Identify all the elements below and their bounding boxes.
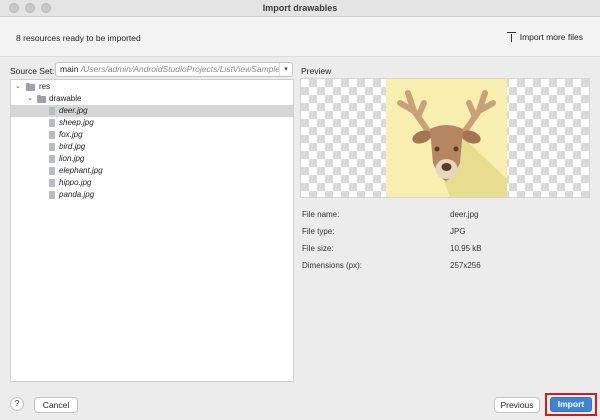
- tree-file-item[interactable]: bird.jpg: [11, 141, 293, 153]
- tree-file-label: elephant.jpg: [59, 166, 103, 175]
- tree-file-item[interactable]: panda.jpg: [11, 189, 293, 201]
- import-more-files-label: Import more files: [519, 32, 583, 42]
- folder-icon: [26, 83, 35, 91]
- source-set-label: Source Set:: [10, 66, 55, 76]
- tree-label-res: res: [39, 82, 51, 91]
- image-file-icon: [49, 155, 55, 163]
- file-size-label: File size:: [302, 244, 334, 253]
- tree-file-label: bird.jpg: [59, 142, 86, 151]
- import-highlight-box: Import: [545, 393, 597, 416]
- image-file-icon: [49, 107, 55, 115]
- source-set-path: /Users/admin/AndroidStudioProjects/ListV…: [80, 64, 288, 74]
- tree-file-item[interactable]: sheep.jpg: [11, 117, 293, 129]
- chevron-down-icon[interactable]: ⌄: [15, 81, 21, 93]
- file-type-value: JPG: [450, 227, 466, 236]
- tree-file-label: sheep.jpg: [59, 118, 94, 127]
- dimensions-label: Dimensions (px):: [302, 261, 363, 270]
- file-size-value: 10.95 kB: [450, 244, 482, 253]
- tree-file-label: deer.jpg: [59, 106, 88, 115]
- summary-bar: 8 resources ready to be imported Import …: [0, 17, 600, 57]
- tree-file-item[interactable]: lion.jpg: [11, 153, 293, 165]
- file-name-value: deer.jpg: [450, 210, 479, 219]
- preview-panel: [300, 78, 590, 198]
- tree-label-drawable: drawable: [49, 94, 82, 103]
- resource-tree[interactable]: ⌄ res ⌄ drawable deer.jpg sheep.jpg fox.…: [10, 79, 294, 382]
- image-file-icon: [49, 167, 55, 175]
- import-button[interactable]: Import: [550, 397, 592, 412]
- import-more-files-button[interactable]: Import more files: [506, 32, 583, 42]
- tree-file-label: lion.jpg: [59, 154, 85, 163]
- help-button[interactable]: ?: [10, 397, 24, 411]
- file-name-label: File name:: [302, 210, 340, 219]
- image-file-icon: [49, 191, 55, 199]
- tree-file-label: panda.jpg: [59, 190, 95, 199]
- dropdown-arrow-icon: ▾: [279, 63, 292, 76]
- dimensions-value: 257x256: [450, 261, 481, 270]
- chevron-down-icon[interactable]: ⌄: [27, 93, 33, 105]
- image-file-icon: [49, 143, 55, 151]
- folder-icon: [37, 95, 46, 103]
- tree-node-drawable[interactable]: ⌄ drawable: [11, 93, 293, 105]
- preview-label: Preview: [301, 66, 332, 76]
- file-type-label: File type:: [302, 227, 335, 236]
- image-file-icon: [49, 131, 55, 139]
- source-set-value: main: [60, 64, 79, 74]
- tree-file-label: hippo.jpg: [59, 178, 92, 187]
- tree-file-item[interactable]: hippo.jpg: [11, 177, 293, 189]
- deer-preview-image: [386, 79, 507, 197]
- image-file-icon: [49, 119, 55, 127]
- cancel-button[interactable]: Cancel: [34, 397, 78, 413]
- upload-icon: [506, 32, 516, 42]
- tree-node-res[interactable]: ⌄ res: [11, 81, 293, 93]
- tree-file-label: fox.jpg: [59, 130, 83, 139]
- previous-button[interactable]: Previous: [494, 397, 540, 413]
- tree-file-item[interactable]: elephant.jpg: [11, 165, 293, 177]
- ready-count-text: 8 resources ready to be imported: [16, 33, 141, 43]
- source-set-dropdown[interactable]: main /Users/admin/AndroidStudioProjects/…: [55, 62, 293, 77]
- window-title: Import drawables: [262, 3, 338, 13]
- tree-file-item[interactable]: fox.jpg: [11, 129, 293, 141]
- title-bar: Import drawables: [0, 0, 600, 17]
- tree-file-item[interactable]: deer.jpg: [11, 105, 293, 117]
- image-file-icon: [49, 179, 55, 187]
